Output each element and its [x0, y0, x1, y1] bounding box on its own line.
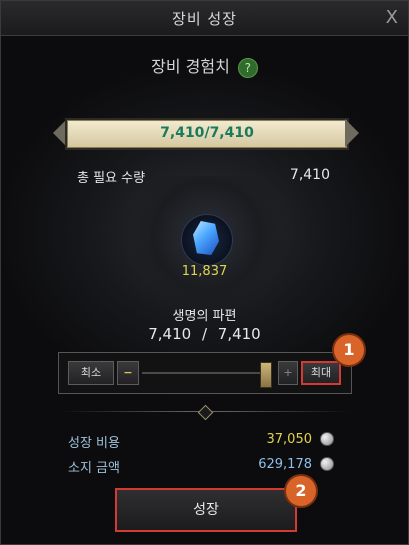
owned-value: 629,178: [258, 457, 312, 472]
material-count: 11,837: [181, 264, 228, 279]
bar-left-cap-icon: [53, 119, 67, 147]
coin-icon: [320, 457, 334, 471]
minus-button[interactable]: −: [117, 361, 139, 385]
step-marker-2: 2: [286, 476, 316, 506]
plus-button[interactable]: +: [278, 361, 298, 385]
quantity-slider-thumb[interactable]: [260, 362, 272, 388]
quantity-slider-track[interactable]: [142, 372, 270, 374]
min-button[interactable]: 최소: [68, 361, 114, 385]
material-name: 생명의 파편: [172, 309, 237, 324]
cost-value: 37,050: [266, 432, 313, 447]
exp-progress-text: 7,410/7,410: [68, 125, 346, 141]
exp-progress-bar: 7,410/7,410: [67, 120, 347, 148]
subtitle: 장비 경험치: [151, 57, 230, 76]
help-icon[interactable]: ?: [237, 57, 258, 78]
bar-right-cap-icon: [345, 119, 359, 147]
grow-button[interactable]: 성장: [115, 488, 297, 532]
close-icon[interactable]: X: [386, 7, 398, 28]
owned-label: 소지 금액: [68, 461, 120, 476]
total-required-value: 7,410: [289, 167, 330, 183]
exp-current: 7,410: [160, 125, 205, 141]
step-marker-1: 1: [334, 335, 364, 365]
title-bar: 장비 성장 X: [1, 1, 408, 36]
coin-icon: [320, 432, 334, 446]
divider-ornament-icon: [197, 404, 214, 421]
exp-max: 7,410: [209, 125, 254, 141]
window-title: 장비 성장: [172, 10, 237, 28]
equipment-growth-window: 장비 성장 X 장비 경험치? 7,410/7,410 총 필요 수량 7,41…: [0, 0, 409, 545]
subtitle-row: 장비 경험치?: [1, 53, 408, 78]
cost-label: 성장 비용: [68, 436, 120, 451]
max-button[interactable]: 최대: [301, 361, 341, 385]
